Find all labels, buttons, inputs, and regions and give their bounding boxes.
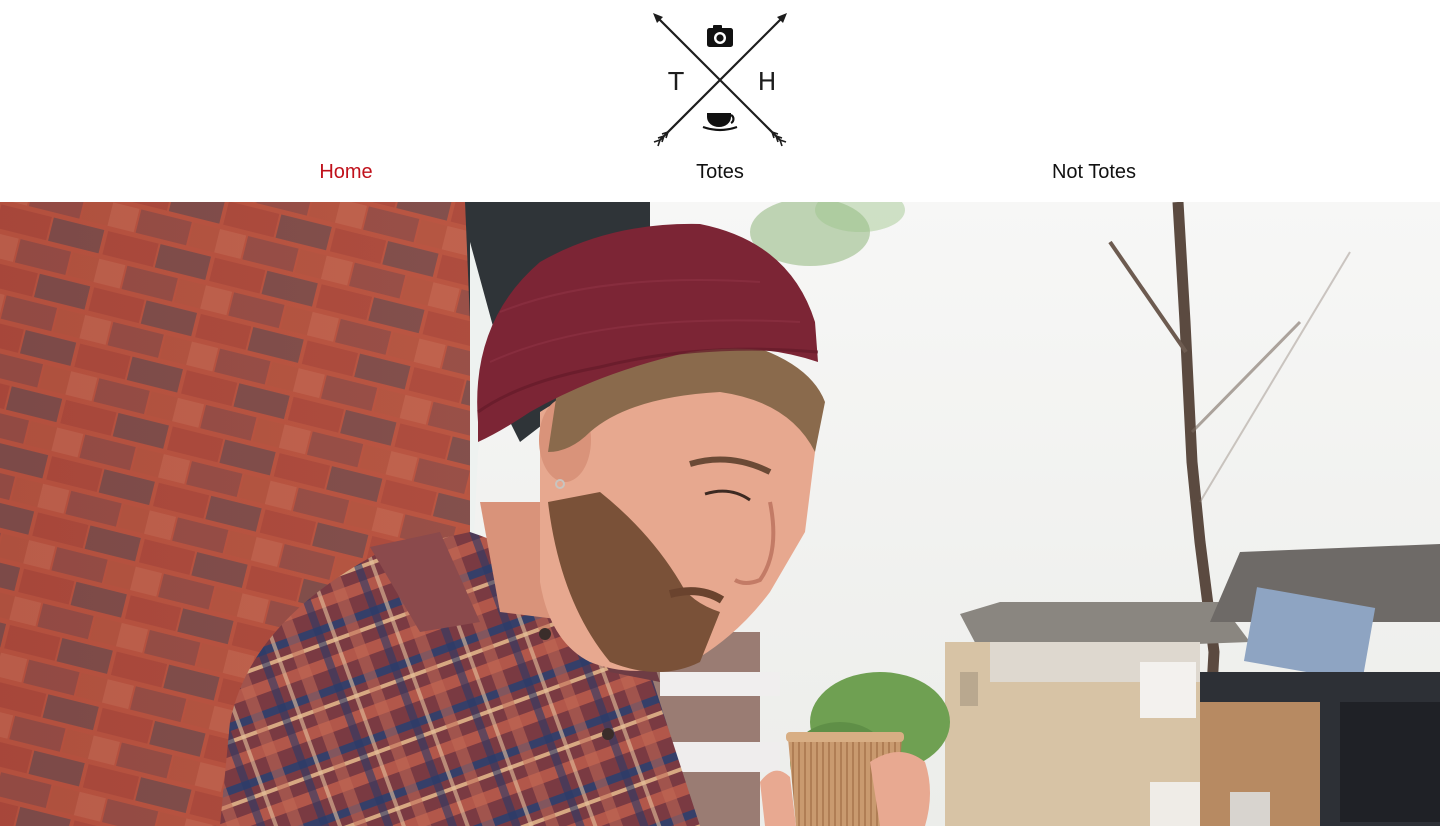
nav-item-home[interactable]: Home (319, 158, 372, 186)
hero-image (0, 202, 1440, 826)
site-header: T H Home Totes Not Totes (0, 0, 1440, 202)
nav-item-totes[interactable]: Totes (696, 158, 744, 186)
logo-letter-right: H (758, 67, 777, 96)
logo-letter-left: T (667, 67, 684, 96)
camera-icon (707, 25, 733, 47)
main-navigation: Home Totes Not Totes (0, 158, 1440, 188)
hero-photo-man-with-coffee (0, 202, 1440, 826)
crossed-arrows-logo-icon: T H (653, 13, 787, 147)
site-logo[interactable]: T H (646, 8, 794, 152)
nav-item-not-totes[interactable]: Not Totes (1052, 158, 1136, 186)
coffee-cup-icon (702, 113, 738, 132)
